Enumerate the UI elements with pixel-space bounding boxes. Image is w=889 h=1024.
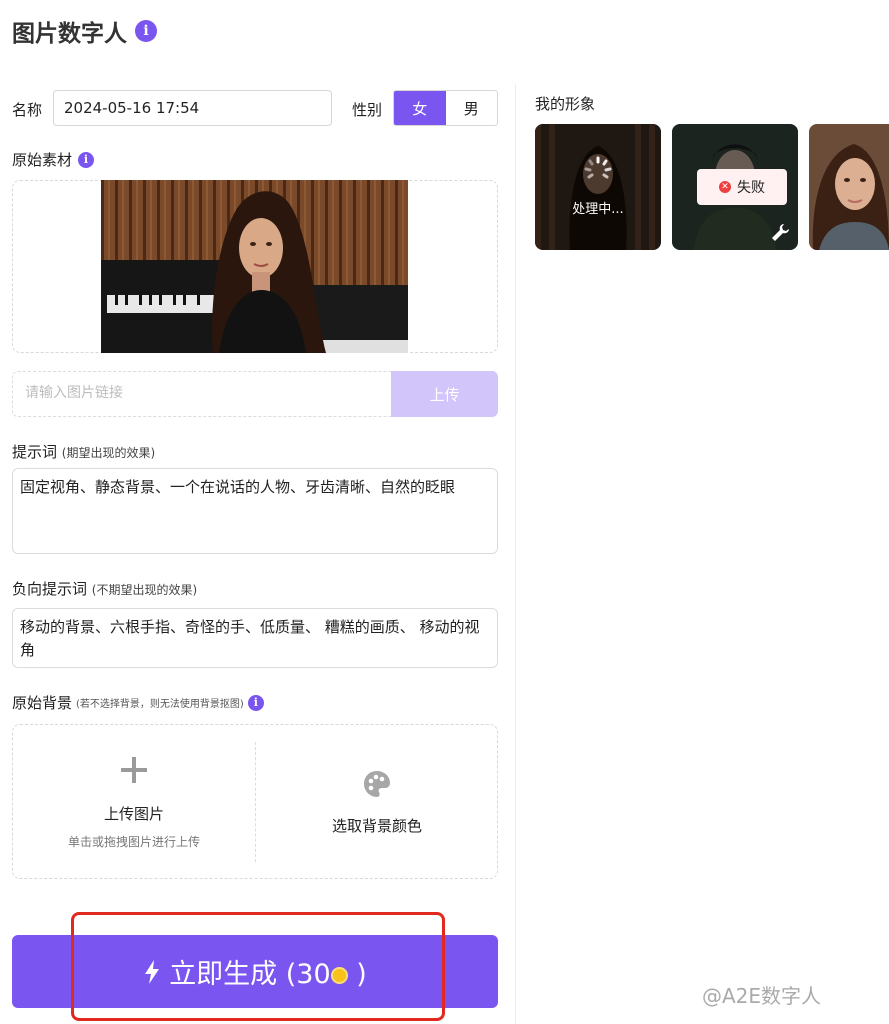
- prompt-hint: (期望出现的效果): [61, 446, 156, 460]
- processing-status: 处理中...: [572, 202, 624, 217]
- name-input[interactable]: 2024-05-16 17:54: [53, 90, 332, 126]
- info-icon[interactable]: i: [135, 20, 157, 42]
- avatar-card-ready[interactable]: [809, 124, 889, 250]
- negative-hint: (不期望出现的效果): [91, 583, 198, 597]
- plus-icon: [121, 756, 147, 783]
- error-icon: ✕: [719, 181, 731, 193]
- failed-status: 失败: [737, 180, 765, 196]
- info-icon[interactable]: i: [78, 151, 95, 168]
- failed-status-badge: ✕ 失败: [697, 169, 787, 205]
- bg-divider: [255, 742, 256, 862]
- source-label-row: 原始素材 i: [12, 149, 95, 170]
- gender-option-female[interactable]: 女: [394, 91, 446, 125]
- bg-color-picker[interactable]: 选取背景颜色: [257, 726, 497, 878]
- upload-button[interactable]: 上传: [391, 371, 498, 417]
- negative-prompt-textarea[interactable]: 移动的背景、六根手指、奇怪的手、低质量、 糟糕的画质、 移动的视角: [12, 608, 498, 668]
- bg-upload-subtitle: 单击或拖拽图片进行上传: [67, 834, 200, 849]
- source-image-preview: [101, 180, 408, 353]
- bg-upload-title: 上传图片: [103, 804, 164, 823]
- prompt-label: 提示词: [12, 443, 58, 461]
- watermark: @A2E数字人: [702, 984, 822, 1008]
- gender-label: 性别: [352, 101, 383, 119]
- name-label: 名称: [12, 101, 43, 119]
- my-avatars-title: 我的形象: [535, 95, 596, 113]
- gender-toggle: 女 男: [393, 90, 498, 126]
- palette-icon: [364, 770, 390, 797]
- bg-hint: (若不选择背景，则无法使用背景抠图): [76, 699, 244, 710]
- prompt-textarea[interactable]: 固定视角、静态背景、一个在说话的人物、牙齿清晰、自然的眨眼: [12, 468, 498, 554]
- wrench-icon[interactable]: [770, 222, 792, 244]
- bg-upload-area[interactable]: 上传图片 单击或拖拽图片进行上传: [14, 726, 254, 878]
- bg-color-title: 选取背景颜色: [331, 816, 422, 835]
- info-icon[interactable]: i: [247, 694, 264, 711]
- highlight-box: [71, 912, 445, 1021]
- negative-label: 负向提示词: [12, 580, 88, 598]
- bg-label-row: 原始背景 (若不选择背景，则无法使用背景抠图) i: [12, 692, 264, 713]
- avatar-card-processing[interactable]: 处理中...: [535, 124, 661, 250]
- gender-option-male[interactable]: 男: [446, 91, 498, 125]
- negative-label-row: 负向提示词 (不期望出现的效果): [12, 578, 197, 599]
- image-url-input[interactable]: 请输入图片链接: [12, 371, 392, 417]
- bg-label: 原始背景: [12, 694, 73, 712]
- page-title-text: 图片数字人: [12, 21, 127, 47]
- prompt-label-row: 提示词 (期望出现的效果): [12, 441, 155, 462]
- page-title: 图片数字人 i: [12, 14, 157, 48]
- source-label: 原始素材: [12, 151, 73, 169]
- panel-divider: [515, 84, 516, 1024]
